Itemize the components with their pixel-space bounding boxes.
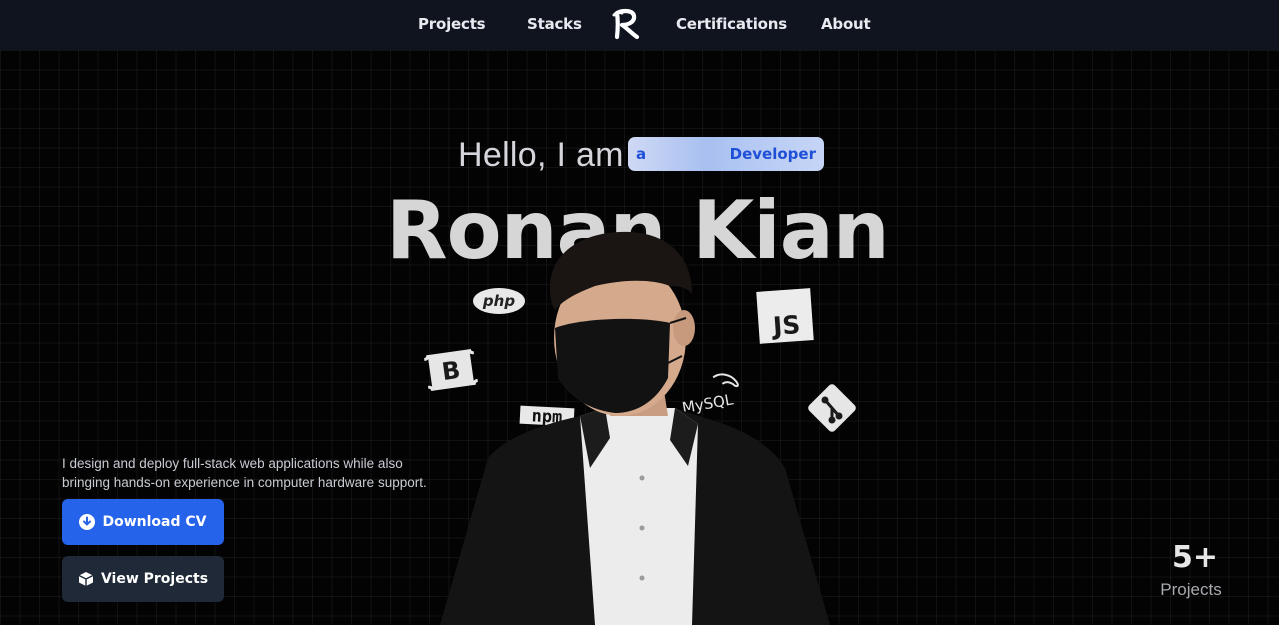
nav-certifications[interactable]: Certifications xyxy=(676,15,787,33)
download-icon xyxy=(79,514,96,530)
download-cv-label: Download CV xyxy=(102,514,207,530)
profile-photo xyxy=(440,231,830,625)
nav-about[interactable]: About xyxy=(821,15,871,33)
hero-page: Projects Stacks Certifications About Hel… xyxy=(0,0,1279,625)
role-prefix: a xyxy=(636,145,647,163)
letter-r-logo-icon[interactable] xyxy=(610,6,642,42)
view-projects-button[interactable]: View Projects xyxy=(62,556,224,602)
hero-description: I design and deploy full-stack web appli… xyxy=(62,456,427,490)
cube-icon xyxy=(78,571,94,587)
top-navbar: Projects Stacks Certifications About xyxy=(0,0,1279,50)
projects-count: 5+ xyxy=(1172,540,1219,575)
role-word: Developer xyxy=(729,145,816,163)
projects-count-label: Projects xyxy=(1160,580,1222,599)
role-pill: a Developer xyxy=(628,137,824,171)
greeting-text: Hello, I am xyxy=(458,136,624,174)
nav-stacks[interactable]: Stacks xyxy=(527,15,582,33)
download-cv-button[interactable]: Download CV xyxy=(62,499,224,545)
nav-projects[interactable]: Projects xyxy=(418,15,486,33)
view-projects-label: View Projects xyxy=(100,571,209,587)
